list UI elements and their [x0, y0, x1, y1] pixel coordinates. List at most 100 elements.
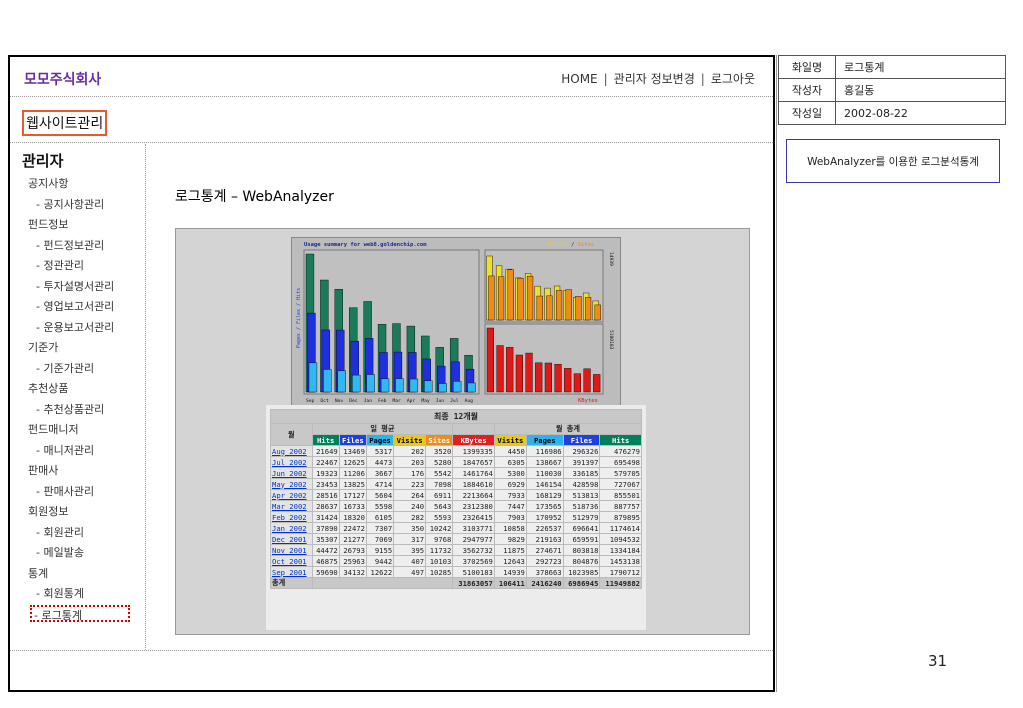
sidebar-item[interactable]: 기준가: [10, 338, 146, 359]
table-row: Feb 2002 31424 18320 6105 282 5593 2326415 7903…: [270, 511, 642, 523]
meta-key: 작성일: [778, 101, 836, 125]
table-cell: 476279: [599, 445, 642, 457]
table-cell: 44472: [311, 544, 340, 556]
month-link[interactable]: Apr 2002: [270, 489, 313, 501]
x-tick-label: Apr: [407, 398, 416, 404]
table-cell: 2947977: [452, 533, 495, 545]
sidebar-item[interactable]: - 로그통계: [30, 604, 130, 622]
site-title-bar: 웹사이트관리: [10, 98, 773, 143]
month-link[interactable]: Feb 2002: [270, 511, 313, 523]
total-label: 총계: [270, 577, 313, 589]
table-cell: 10242: [425, 522, 454, 534]
chart-legend: Visits / Sites: [548, 242, 594, 248]
nav-home-link[interactable]: HOME: [561, 72, 597, 86]
table-cell: 11875: [493, 544, 527, 556]
x-tick-label: Feb: [378, 398, 387, 404]
table-cell: 2326415: [452, 511, 495, 523]
table-cell: 1023985: [562, 566, 601, 578]
sidebar-item[interactable]: - 판매사관리: [10, 482, 146, 503]
kbytes-bar: [583, 368, 591, 393]
right-top-max: 14939: [608, 252, 614, 266]
total-cell: 2416240: [525, 577, 564, 589]
table-cell: 879895: [599, 511, 642, 523]
sidebar-item[interactable]: - 매니저관리: [10, 441, 146, 462]
table-cell: 21277: [338, 533, 367, 545]
sidebar-item[interactable]: - 영업보고서관리: [10, 297, 146, 318]
table-cell: 317: [393, 533, 427, 545]
month-link[interactable]: May 2002: [270, 478, 313, 490]
sidebar-item[interactable]: 판매사: [10, 461, 146, 482]
table-row: Dec 2001 35307 21277 7069 317 9768 2947977 9829…: [270, 533, 642, 545]
sidebar-item[interactable]: - 추천상품관리: [10, 400, 146, 421]
sidebar-item[interactable]: - 펀드정보관리: [10, 236, 146, 257]
x-tick-label: Oct: [320, 398, 329, 404]
nav-logout-link[interactable]: 로그아웃: [711, 70, 755, 87]
table-cell: 6305: [493, 456, 527, 468]
month-link[interactable]: Jan 2002: [270, 522, 313, 534]
meta-row: 작성자 홍길동: [778, 78, 1006, 102]
sidebar-item[interactable]: - 회원통계: [10, 584, 146, 605]
month-link[interactable]: Jul 2002: [270, 456, 313, 468]
table-cell: 1790712: [599, 566, 642, 578]
table-row: May 2002 23453 13825 4714 223 7098 1884610 6929…: [270, 478, 642, 490]
table-row: Aug 2002 21649 13469 5317 202 3520 1399335 4450…: [270, 445, 642, 457]
month-link[interactable]: Aug 2002: [270, 445, 313, 457]
sidebar-item[interactable]: - 기준가관리: [10, 359, 146, 380]
sidebar-item[interactable]: 공지사항: [10, 174, 146, 195]
month-link[interactable]: Sep 2001: [270, 566, 313, 578]
table-cell: 22467: [311, 456, 340, 468]
month-link[interactable]: Jun 2002: [270, 467, 313, 479]
kbytes-bar: [544, 362, 552, 393]
table-cell: 395: [393, 544, 427, 556]
sidebar-item[interactable]: 펀드매니저: [10, 420, 146, 441]
company-logo[interactable]: 모모주식회사: [24, 69, 101, 89]
sidebar-item[interactable]: - 투자설명서관리: [10, 277, 146, 298]
sidebar-item[interactable]: 회원정보: [10, 502, 146, 523]
table-cell: 3702569: [452, 555, 495, 567]
table-cell: 407: [393, 555, 427, 567]
sidebar-menu: 공지사항 - 공지사항관리 펀드정보 - 펀드정보관리 - 정관관리 - 투자설명서관리 -…: [10, 174, 146, 622]
sidebar-item[interactable]: - 공지사항관리: [10, 195, 146, 216]
pages-bar: [323, 369, 332, 393]
x-tick-label: Jul: [450, 398, 459, 404]
sidebar-item[interactable]: - 운용보고서관리: [10, 318, 146, 339]
sites-bar: [488, 275, 495, 321]
total-cell: 106411: [493, 577, 527, 589]
sites-bar: [575, 296, 582, 321]
table-cell: 7307: [365, 522, 395, 534]
sidebar-item[interactable]: - 회원관리: [10, 523, 146, 544]
table-cell: 240: [393, 500, 427, 512]
month-link[interactable]: Nov 2001: [270, 544, 313, 556]
sidebar-item[interactable]: 추천상품: [10, 379, 146, 400]
sidebar-item[interactable]: - 메일발송: [10, 543, 146, 564]
nav-admin-info-link[interactable]: 관리자 정보변경: [614, 70, 695, 87]
table-cell: 18320: [338, 511, 367, 523]
table-cell: 1461764: [452, 467, 495, 479]
total-cell: 6986945: [562, 577, 601, 589]
table-cell: 176: [393, 467, 427, 479]
sidebar-item[interactable]: - 정관관리: [10, 256, 146, 277]
pages-bar: [452, 381, 462, 393]
total-cell: 11949882: [599, 577, 642, 589]
table-cell: 5280: [425, 456, 454, 468]
sidebar-item[interactable]: 통계: [10, 564, 146, 585]
table-cell: 4473: [365, 456, 395, 468]
column-header: Files: [562, 434, 601, 446]
column-header: Files: [338, 434, 367, 446]
month-link[interactable]: Oct 2001: [270, 555, 313, 567]
sidebar: 관리자 공지사항 - 공지사항관리 펀드정보 - 펀드정보관리 - 정관관리 - 투자설명…: [10, 144, 146, 650]
site-title: 웹사이트관리: [22, 110, 108, 136]
month-link[interactable]: Mar 2002: [270, 500, 313, 512]
table-cell: 26793: [338, 544, 367, 556]
pages-bar: [409, 378, 419, 393]
table-cell: 22472: [338, 522, 367, 534]
table-cell: 17127: [338, 489, 367, 501]
kbytes-bar: [573, 373, 581, 393]
meta-value: 홍길동: [835, 78, 1006, 102]
month-link[interactable]: Dec 2001: [270, 533, 313, 545]
sites-bar: [565, 289, 572, 321]
table-cell: 1453138: [599, 555, 642, 567]
sidebar-item[interactable]: 펀드정보: [10, 215, 146, 236]
table-cell: 10858: [493, 522, 527, 534]
table-cell: 34132: [338, 566, 367, 578]
